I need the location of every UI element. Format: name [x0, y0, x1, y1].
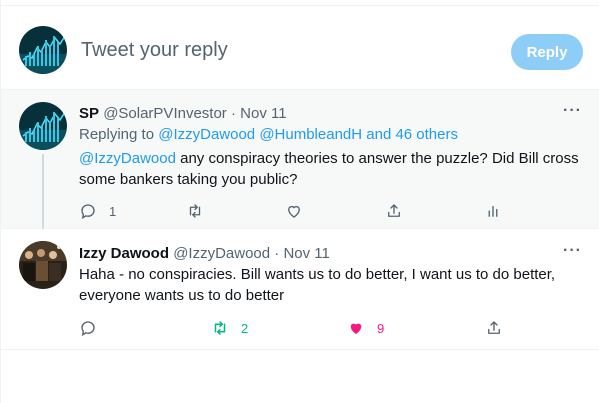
like-action[interactable] — [285, 200, 315, 222]
reply-action[interactable] — [79, 317, 109, 339]
replying-to: Replying to @IzzyDawood @HumbleandH and … — [79, 126, 458, 143]
tweet-actions: 2 9 — [79, 317, 509, 339]
tweet-text: @IzzyDawood any conspiracy theories to a… — [79, 148, 589, 190]
reply-thread: Tweet your reply Reply SP @SolarPVInvest… — [0, 0, 599, 403]
retweet-count: 2 — [241, 320, 249, 336]
like-action[interactable]: 9 — [347, 317, 384, 339]
replying-mentions[interactable]: @IzzyDawood @HumbleandH and 46 others — [158, 126, 458, 143]
reply-icon — [81, 204, 95, 220]
tweet[interactable]: Izzy Dawood @IzzyDawood · Nov 11 ··· Hah… — [1, 229, 599, 350]
avatar[interactable] — [19, 241, 67, 289]
user-handle[interactable]: @IzzyDawood — [173, 245, 270, 262]
mention-link[interactable]: @IzzyDawood — [79, 150, 176, 167]
display-name[interactable]: Izzy Dawood — [79, 245, 169, 262]
tweet-header: Izzy Dawood @IzzyDawood · Nov 11 — [79, 245, 330, 262]
more-icon[interactable]: ··· — [563, 102, 582, 120]
reply-count: 1 — [109, 203, 117, 219]
tweet[interactable]: SP @SolarPVInvestor · Nov 11 ··· Replyin… — [1, 90, 599, 229]
replying-prefix: Replying to — [79, 126, 159, 143]
reply-input[interactable]: Tweet your reply — [81, 39, 228, 62]
more-icon[interactable]: ··· — [563, 242, 582, 260]
share-action[interactable] — [385, 200, 403, 222]
retweet-action[interactable] — [186, 200, 216, 222]
retweet-icon — [189, 204, 201, 218]
share-icon — [388, 204, 400, 217]
share-action[interactable] — [485, 317, 503, 339]
tweet-header: SP @SolarPVInvestor · Nov 11 — [79, 105, 287, 122]
reply-composer: Tweet your reply Reply — [1, 6, 599, 90]
reply-action[interactable]: 1 — [79, 200, 116, 222]
like-count: 9 — [377, 320, 385, 336]
analytics-action[interactable] — [484, 200, 502, 222]
retweet-icon — [214, 321, 226, 335]
tweet-actions: 1 — [79, 200, 509, 222]
tweet-text: Haha - no conspiracies. Bill wants us to… — [79, 266, 556, 304]
share-icon — [488, 321, 500, 334]
separator: · — [230, 105, 236, 122]
like-icon — [350, 323, 362, 334]
analytics-icon — [488, 205, 498, 217]
tweet-date[interactable]: Nov 11 — [240, 105, 286, 122]
avatar[interactable] — [19, 26, 67, 74]
thread-line — [42, 154, 44, 229]
like-icon — [288, 205, 300, 218]
reply-icon — [81, 321, 95, 337]
retweet-action[interactable]: 2 — [211, 317, 248, 339]
tweet-date[interactable]: Nov 11 — [283, 245, 329, 262]
reply-button[interactable]: Reply — [511, 34, 583, 70]
separator: · — [274, 245, 280, 262]
display-name[interactable]: SP — [79, 105, 99, 122]
avatar[interactable] — [19, 102, 67, 150]
user-handle[interactable]: @SolarPVInvestor — [103, 105, 227, 122]
